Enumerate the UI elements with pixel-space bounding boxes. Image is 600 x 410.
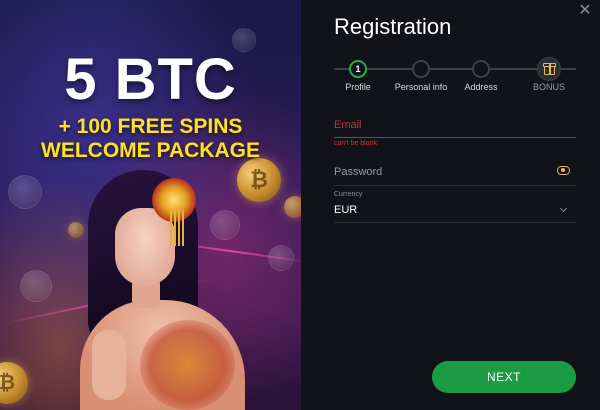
step-personal-info-dot[interactable]	[412, 60, 430, 78]
step-connector	[429, 68, 473, 70]
promo-free-spins: + 100 FREE SPINS	[58, 115, 243, 138]
password-input[interactable]	[334, 166, 544, 178]
step-address-dot[interactable]	[472, 60, 490, 78]
step-connector	[367, 68, 413, 70]
step-label-bonus: BONUS	[532, 82, 566, 92]
decor-bubble	[8, 175, 42, 209]
step-label-personal-info: Personal info	[394, 82, 448, 92]
character-hand	[92, 330, 126, 400]
step-label-profile: Profile	[345, 82, 371, 92]
step-label-address: Address	[464, 82, 498, 92]
promo-banner: ₿ ₿ 5 BTC + 100 FREE SPINS WELCOME PACKA…	[0, 0, 301, 410]
gift-icon[interactable]	[537, 57, 561, 81]
password-field	[334, 160, 576, 186]
decor-bubble	[268, 245, 294, 271]
email-input[interactable]	[334, 119, 544, 131]
eye-icon[interactable]	[557, 166, 570, 175]
page-title: Registration	[334, 14, 452, 39]
step-number: 1	[355, 64, 361, 74]
promo-welcome-package: WELCOME PACKAGE	[41, 139, 260, 162]
registration-panel: Registration ✕ 1 Profile Personal info A…	[301, 0, 600, 410]
step-connector	[561, 68, 576, 70]
chevron-down-icon[interactable]	[559, 204, 568, 213]
coin-icon	[284, 196, 301, 218]
decor-bubble	[20, 270, 52, 302]
bitcoin-coin-icon: ₿	[0, 362, 28, 404]
dragon-tattoo	[140, 320, 235, 410]
email-error-message: can't be blank	[334, 140, 377, 147]
currency-label: Currency	[334, 191, 363, 198]
promo-character-illustration	[60, 160, 260, 410]
step-connector	[489, 68, 537, 70]
hair-tassel-ornament	[170, 210, 184, 246]
promo-headline: 5 BTC	[64, 47, 237, 112]
gift-ribbon	[549, 63, 551, 75]
currency-value: EUR	[334, 204, 358, 216]
step-profile-dot[interactable]: 1	[349, 60, 367, 78]
registration-stepper: 1 Profile Personal info Address BONUS	[334, 57, 576, 98]
email-field	[334, 114, 576, 138]
currency-select[interactable]: Currency EUR	[334, 190, 576, 223]
close-icon[interactable]: ✕	[578, 3, 592, 19]
next-button[interactable]: NEXT	[432, 361, 576, 393]
